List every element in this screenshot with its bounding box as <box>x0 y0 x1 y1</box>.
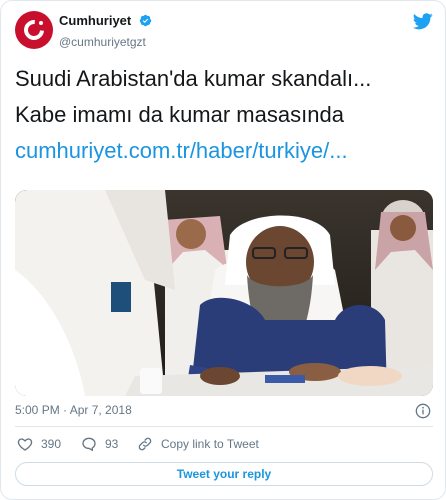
copy-link-button[interactable]: Copy link to Tweet <box>137 435 259 453</box>
divider <box>15 426 433 427</box>
author-block: Cumhuriyet @cumhuriyetgzt <box>59 12 152 49</box>
photo-illustration <box>15 190 433 396</box>
avatar[interactable] <box>15 11 53 49</box>
action-bar: 390 93 Copy link to Tweet <box>15 435 433 453</box>
tweet-photo[interactable] <box>15 190 433 396</box>
cumhuriyet-logo-icon <box>19 15 49 45</box>
reply-button[interactable]: 93 <box>81 435 118 453</box>
tweet-header: Cumhuriyet @cumhuriyetgzt <box>15 11 433 51</box>
like-count: 390 <box>41 437 62 451</box>
twitter-bird-icon[interactable] <box>413 13 433 30</box>
copy-link-label: Copy link to Tweet <box>161 437 259 451</box>
reply-bubble-icon <box>82 437 96 451</box>
link-icon <box>138 437 152 451</box>
like-button[interactable]: 390 <box>17 435 61 453</box>
handle[interactable]: @cumhuriyetgzt <box>59 35 152 49</box>
display-name[interactable]: Cumhuriyet <box>59 13 131 28</box>
tweet-your-reply-button[interactable]: Tweet your reply <box>15 462 433 486</box>
tweet-card: Cumhuriyet @cumhuriyetgzt Suudi Arabista… <box>0 0 446 500</box>
tweet-text-line-2: Kabe imamı da kumar masasında <box>15 102 344 127</box>
timestamp[interactable]: 5:00 PM · Apr 7, 2018 <box>15 403 132 417</box>
heart-icon <box>17 438 33 451</box>
tweet-link[interactable]: cumhuriyet.com.tr/haber/turkiye/... <box>15 133 435 169</box>
info-icon[interactable] <box>415 403 431 419</box>
tweet-text-line-1: Suudi Arabistan'da kumar skandalı... <box>15 66 372 91</box>
reply-count: 93 <box>105 437 119 451</box>
verified-badge-icon <box>139 15 151 27</box>
tweet-text: Suudi Arabistan'da kumar skandalı... Kab… <box>15 61 435 169</box>
